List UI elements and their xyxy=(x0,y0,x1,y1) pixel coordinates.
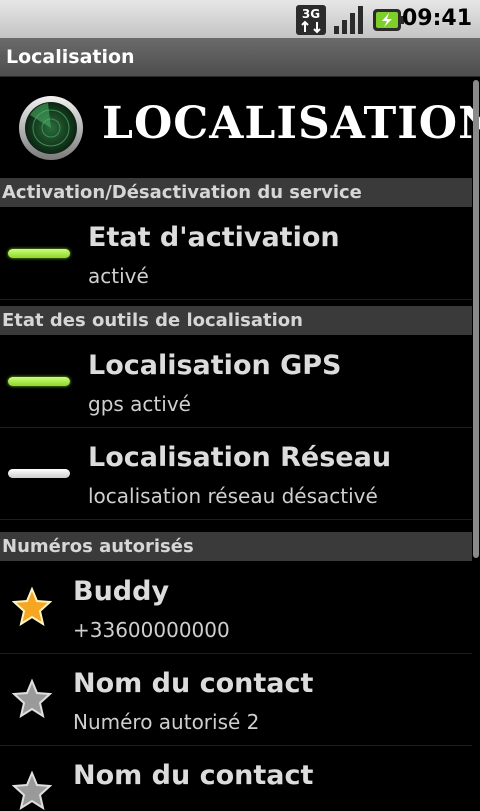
list-item-subtitle: gps activé xyxy=(88,392,191,416)
page-header: LOCALISATION xyxy=(0,76,480,178)
list-item-contact[interactable]: Nom du contact xyxy=(0,745,472,811)
list-item-title: Nom du contact xyxy=(73,668,314,699)
list-item-title: Etat d'activation xyxy=(88,222,340,253)
signal-icon xyxy=(334,6,363,34)
page-title: LOCALISATION xyxy=(102,98,480,149)
clock: 09:41 xyxy=(401,6,472,31)
list-item-contact[interactable]: Nom du contact Numéro autorisé 2 xyxy=(0,653,472,746)
list-item-subtitle: Numéro autorisé 2 xyxy=(73,710,260,734)
radar-icon xyxy=(19,96,83,160)
status-bar: 3G 09:41 xyxy=(0,0,480,38)
section-header-activation: Activation/Désactivation du service xyxy=(0,178,472,207)
list-item-activation-state[interactable]: Etat d'activation activé xyxy=(0,207,472,300)
list-item-title: Nom du contact xyxy=(73,760,314,791)
app-title: Localisation xyxy=(6,46,135,68)
list-item-title: Buddy xyxy=(73,576,170,607)
battery-charging-icon xyxy=(373,9,404,31)
app-title-bar: Localisation xyxy=(0,38,480,77)
status-indicator-on xyxy=(8,377,70,386)
scrollbar[interactable] xyxy=(473,80,479,558)
section-header-tools: Etat des outils de localisation xyxy=(0,306,472,335)
network-type-label: 3G xyxy=(302,7,320,21)
star-outline-icon[interactable] xyxy=(12,771,52,811)
section-header-numbers: Numéros autorisés xyxy=(0,532,472,561)
list-item-network[interactable]: Localisation Réseau localisation réseau … xyxy=(0,427,472,520)
list-item-subtitle: +33600000000 xyxy=(73,618,230,642)
list-item-subtitle: activé xyxy=(88,264,149,288)
list-item-subtitle: localisation réseau désactivé xyxy=(88,484,378,508)
status-indicator-on xyxy=(8,249,70,258)
list-item-title: Localisation GPS xyxy=(88,350,342,381)
list-item-contact[interactable]: Buddy +33600000000 xyxy=(0,561,472,654)
star-filled-icon[interactable] xyxy=(12,587,52,627)
3g-icon: 3G xyxy=(296,5,326,35)
list-item-title: Localisation Réseau xyxy=(88,442,392,473)
status-indicator-off xyxy=(8,469,70,478)
list-item-gps[interactable]: Localisation GPS gps activé xyxy=(0,335,472,428)
star-outline-icon[interactable] xyxy=(12,679,52,719)
